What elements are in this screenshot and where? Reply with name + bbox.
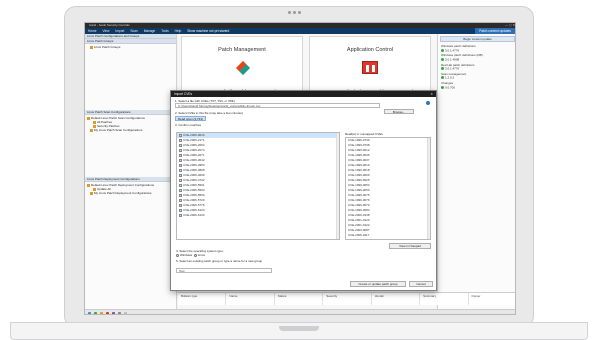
laptop-base: [10, 322, 588, 340]
checkbox-icon: ✓: [179, 159, 183, 162]
camera-icon: [288, 11, 301, 14]
import-cves-dialog: Import CVEs ✕ 1. Select a file with CVEs…: [170, 90, 437, 291]
folder-icon: [90, 128, 93, 132]
os-section: 4. Select the operating system type: Win…: [176, 249, 262, 263]
scrollbar[interactable]: [427, 138, 430, 239]
column-header[interactable]: Summary: [420, 293, 469, 305]
patch-group-select[interactable]: Test: [176, 268, 272, 273]
checkbox-icon: ✓: [179, 174, 183, 177]
definition-row: Red Hat patch definitions 3.0.1.4776: [441, 62, 475, 71]
column-header[interactable]: Bulletin type: [178, 293, 227, 305]
definition-row: Changes 0.0.700: [441, 81, 456, 89]
tree-item[interactable]: My Linux Patch Scan Configurations: [87, 128, 174, 132]
checkbox-icon: ✓: [179, 194, 183, 197]
status-ok-icon: [441, 57, 444, 61]
begin-update-button[interactable]: Begin content update: [440, 36, 515, 42]
dialog-body: 1. Select a file with CVEs (TXT, TSV, or…: [171, 97, 436, 129]
dialog-title: Import CVEs: [174, 92, 193, 96]
column-header[interactable]: Vendor: [372, 293, 421, 305]
browse-button[interactable]: Browse...: [384, 109, 414, 114]
checkbox-icon: ✓: [179, 134, 183, 137]
screen: Ivanti - Ivanti Security Controls — ▢ ✕ …: [84, 22, 516, 315]
status-ok-icon: [441, 67, 444, 71]
read-open-button[interactable]: Read open (3,743): [175, 116, 207, 121]
checkbox-icon: ✓: [179, 189, 183, 192]
results-grid-header: Bulletin type Name Status Severity Vendo…: [178, 292, 515, 305]
scrollbar[interactable]: [336, 133, 339, 239]
unmapped-cve-list[interactable]: CVE-1999-0736 CVE-1999-0738 CVE-1999-001…: [345, 137, 431, 240]
create-patch-group-button[interactable]: Create or update patch group: [350, 281, 406, 287]
column-header[interactable]: Owner: [469, 293, 515, 305]
checkbox-icon: ✓: [179, 144, 183, 147]
status-icon[interactable]: [94, 311, 97, 314]
checkbox-icon: ✓: [179, 179, 183, 182]
view-in-notepad-button[interactable]: View in Notepad: [389, 243, 431, 249]
os-radio-group: Windows Linux: [176, 253, 262, 257]
right-sidebar: Begin content update Windows patch defin…: [437, 34, 515, 314]
definition-row: Windows patch definitions (DB) 3.0.1.4808: [441, 53, 483, 62]
list-item[interactable]: ✓ CVE-2006-6134: [177, 213, 339, 218]
status-icon[interactable]: [88, 311, 91, 314]
list-item[interactable]: CVE-2005-0117: [346, 233, 430, 238]
checkbox-icon: ✓: [179, 184, 183, 187]
status-bar: [85, 309, 515, 314]
status-ok-icon: [441, 76, 444, 80]
folder-icon: [90, 191, 93, 195]
definition-row: Windows patch definitions 3.0.1.4776: [441, 44, 476, 52]
column-header[interactable]: Name: [226, 293, 275, 305]
patch-diamond-icon: [235, 60, 251, 76]
folder-icon: [87, 183, 90, 187]
definition-row: Scan management 1.2.0.2: [441, 71, 467, 80]
status-icon[interactable]: [124, 311, 127, 314]
checkbox-icon: ✓: [179, 139, 183, 142]
laptop-notch: [279, 326, 319, 331]
step5-label: 5. Select an existing patch group or typ…: [176, 259, 263, 263]
status-icon[interactable]: [106, 311, 109, 314]
status-ok-icon: [441, 48, 444, 52]
scan-config-tree: Default Linux Patch Scan Configurations …: [85, 115, 176, 133]
checkbox-icon: ✓: [179, 164, 183, 167]
app-control-icon: [362, 61, 378, 74]
info-icon[interactable]: [426, 101, 430, 105]
status-ok-icon: [441, 85, 444, 89]
checkbox-icon: ✓: [179, 214, 183, 217]
folder-icon: [90, 45, 93, 49]
checkbox-icon: ✓: [179, 169, 183, 172]
radio-label: Linux: [197, 253, 206, 257]
column-header[interactable]: Status: [275, 293, 324, 305]
card-title: Application Control: [346, 47, 394, 53]
checkbox-icon: ✓: [179, 149, 183, 152]
left-sidebar: Linux Patch Configurations and Groups Li…: [85, 34, 177, 314]
radio-windows[interactable]: [176, 253, 179, 257]
radio-label: Windows: [180, 253, 193, 257]
status-icon[interactable]: [118, 311, 121, 314]
card-title: Patch Management: [218, 47, 266, 53]
folder-icon: [87, 116, 90, 120]
status-icon[interactable]: [112, 311, 115, 314]
status-icon[interactable]: [100, 311, 103, 314]
checkbox-icon: ✓: [179, 209, 183, 212]
unmapped-header: Read(a) or unmapped CVEs: [345, 132, 383, 136]
tree-item[interactable]: My Linux Patch Deployment Configurations: [87, 191, 174, 195]
checkbox-icon: ✓: [179, 154, 183, 157]
close-icon[interactable]: ✕: [430, 91, 433, 97]
matched-cve-list[interactable]: ✓ CVE-2006-0016 ✓ CVE-2006-2171 ✓ CVE-2006-…: [176, 132, 340, 240]
tree-item[interactable]: Linux Patch Groups: [87, 45, 174, 49]
radio-linux[interactable]: [193, 253, 197, 257]
cancel-button[interactable]: Cancel: [409, 281, 433, 287]
file-path-input[interactable]: C:\Users\David.Murray\Desktop\Ivanti_vul…: [175, 103, 380, 108]
deploy-config-tree: Default Linux Patch Deployment Configura…: [85, 182, 176, 196]
step3-label: 3. Confirm matches: [175, 123, 202, 127]
checkbox-icon: ✓: [179, 204, 183, 207]
column-header[interactable]: Severity: [323, 293, 372, 305]
checkbox-icon: ✓: [179, 199, 183, 202]
